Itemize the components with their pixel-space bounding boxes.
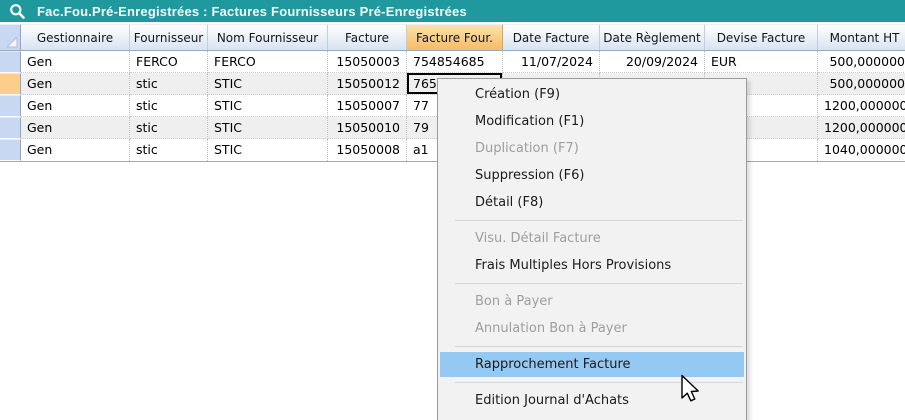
cell-fournisseur[interactable]: FERCO [130,51,208,73]
cell-montant-ht[interactable]: 500,000000 [818,51,905,73]
cell-gestionnaire[interactable]: Gen [21,95,130,117]
cell-facture[interactable]: 15050007 [328,95,407,117]
cell-fournisseur[interactable]: stic [130,95,208,117]
column-header-devise-facture[interactable]: Devise Facture [705,24,818,50]
menu-item-annulation-bon-a-payer: Annulation Bon à Payer [438,315,746,342]
cell-devise-facture[interactable]: EUR [705,51,818,73]
column-header-montant-ht[interactable]: Montant HT [818,24,905,50]
column-header-facture[interactable]: Facture [328,24,407,50]
column-header-label: Gestionnaire [37,31,113,45]
column-header-gestionnaire[interactable]: Gestionnaire [21,24,130,50]
cell-gestionnaire[interactable]: Gen [21,139,130,161]
cell-facture[interactable]: 15050003 [328,51,407,73]
column-header-label: Date Règlement [603,31,700,45]
column-header-facture-four[interactable]: Facture Four. [407,24,503,50]
cell-facture[interactable]: 15050008 [328,139,407,161]
select-all-triangle-icon [7,37,18,48]
cell-montant-ht[interactable]: 500,000000 [818,73,905,95]
cell-nom-fournisseur[interactable]: STIC [208,73,328,95]
column-header-label: Date Facture [513,31,590,45]
menu-item-modification[interactable]: Modification (F1) [438,108,746,135]
table-row[interactable]: GenFERCOFERCO1505000375485468511/07/2024… [0,51,905,73]
cell-fournisseur[interactable]: stic [130,139,208,161]
window-title: Fac.Fou.Pré-Enregistrées : Factures Four… [37,4,467,19]
cell-facture[interactable]: 15050010 [328,117,407,139]
menu-item-suppression[interactable]: Suppression (F6) [438,162,746,189]
row-selector[interactable] [0,51,21,73]
column-header-date-reglement[interactable]: Date Règlement [600,24,705,50]
row-selector[interactable] [0,73,21,95]
window-titlebar: Fac.Fou.Pré-Enregistrées : Factures Four… [0,0,905,22]
cell-facture[interactable]: 15050012 [328,73,407,95]
column-header-date-facture[interactable]: Date Facture [503,24,600,50]
row-selector[interactable] [0,117,21,139]
menu-item-visu-detail-facture: Visu. Détail Facture [438,225,746,252]
column-header-label: Facture Four. [416,31,493,45]
cell-nom-fournisseur[interactable]: STIC [208,95,328,117]
cell-montant-ht[interactable]: 1200,000000 [818,95,905,117]
menu-item-detail[interactable]: Détail (F8) [438,189,746,216]
column-header-label: Nom Fournisseur [217,31,318,45]
cell-gestionnaire[interactable]: Gen [21,51,130,73]
column-header-label: Fournisseur [134,31,204,45]
cell-montant-ht[interactable]: 1040,000000 [818,139,905,161]
cell-nom-fournisseur[interactable]: STIC [208,139,328,161]
cell-montant-ht[interactable]: 1200,000000 [818,117,905,139]
context-menu: Création (F9)Modification (F1)Duplicatio… [437,78,747,420]
column-header-fournisseur[interactable]: Fournisseur [130,24,208,50]
menu-item-frais-multiples-hors-provisions[interactable]: Frais Multiples Hors Provisions [438,252,746,279]
column-header-label: Devise Facture [717,31,806,45]
cell-gestionnaire[interactable]: Gen [21,73,130,95]
menu-item-duplication: Duplication (F7) [438,135,746,162]
menu-separator [438,342,746,351]
cell-nom-fournisseur[interactable]: FERCO [208,51,328,73]
mouse-cursor [680,374,702,404]
cell-nom-fournisseur[interactable]: STIC [208,117,328,139]
application-window: Fac.Fou.Pré-Enregistrées : Factures Four… [0,0,905,420]
cell-facture-four[interactable]: 754854685 [407,51,503,73]
menu-item-creation[interactable]: Création (F9) [438,81,746,108]
column-header-nom-fournisseur[interactable]: Nom Fournisseur [208,24,328,50]
cell-gestionnaire[interactable]: Gen [21,117,130,139]
cell-date-reglement[interactable]: 20/09/2024 [600,51,705,73]
menu-item-bon-a-payer: Bon à Payer [438,288,746,315]
column-header-label: Montant HT [830,31,900,45]
menu-separator [438,279,746,288]
row-selector[interactable] [0,139,21,161]
column-header-row-selector[interactable] [0,24,21,50]
cell-date-facture[interactable]: 11/07/2024 [503,51,600,73]
search-icon[interactable] [9,3,26,20]
row-selector[interactable] [0,95,21,117]
column-header-label: Facture [345,31,389,45]
table-header-row: Gestionnaire Fournisseur Nom Fournisseur Fa… [0,24,905,51]
cell-fournisseur[interactable]: stic [130,73,208,95]
cell-fournisseur[interactable]: stic [130,117,208,139]
menu-separator [438,216,746,225]
